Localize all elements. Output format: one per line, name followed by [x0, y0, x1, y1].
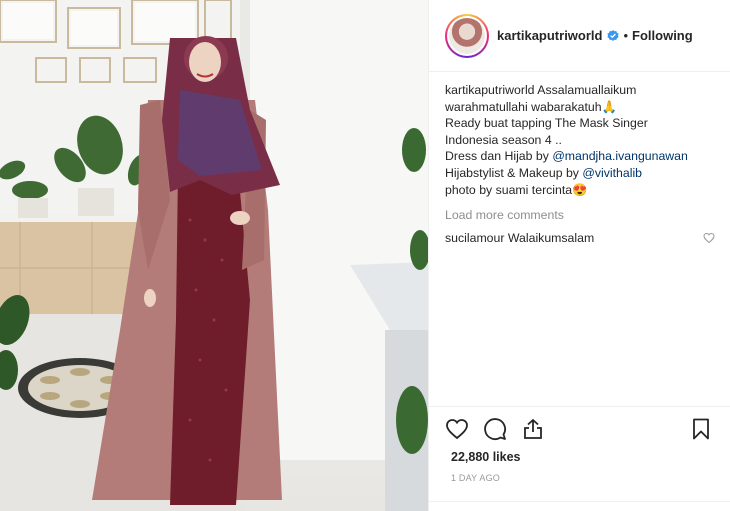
mention-link-stylist[interactable]: @vivithalib [582, 166, 642, 180]
caption-line-6: Hijabstylist & Makeup by [445, 165, 583, 180]
mention-link-designer[interactable]: @mandjha.ivangunawan [552, 149, 688, 163]
small-heart-icon[interactable] [703, 232, 715, 244]
caption-username[interactable]: kartikaputriworld [445, 83, 535, 97]
add-comment-input[interactable]: Add a comment... [429, 501, 730, 511]
following-button[interactable]: Following [632, 28, 693, 43]
verified-badge-icon [607, 29, 620, 41]
post-photo[interactable] [0, 0, 428, 511]
comment-icon[interactable] [483, 417, 507, 441]
caption-line-2: warahmatullahi wabarakatuh🙏 [445, 99, 617, 114]
photo-scene [0, 0, 428, 511]
caption-line-3: Ready buat tapping The Mask Singer [445, 116, 648, 131]
avatar[interactable] [445, 13, 489, 58]
caption-line-5: Dress dan Hijab by [445, 149, 553, 164]
comment-username[interactable]: sucilamour [445, 231, 504, 245]
comment-text: Walaikumsalam [507, 231, 595, 246]
caption-line-1: Assalamuallaikum [537, 83, 637, 97]
header-username[interactable]: kartikaputriworld [497, 28, 602, 43]
heart-icon[interactable] [445, 417, 469, 441]
comments-section: kartikaputriworld Assalamuallaikum warah… [445, 82, 717, 245]
post-header: kartikaputriworld • Following [429, 0, 730, 72]
caption-line-4: Indonesia season 4 .. [445, 132, 562, 147]
post-timestamp: 1 DAY AGO [451, 473, 500, 483]
bookmark-icon[interactable] [689, 417, 713, 441]
post-caption: kartikaputriworld Assalamuallaikum warah… [445, 82, 717, 198]
likes-count[interactable]: 22,880 likes [451, 450, 521, 464]
share-icon[interactable] [521, 417, 545, 441]
header-separator: • [623, 28, 629, 43]
comment-item: sucilamour Walaikumsalam [445, 231, 717, 245]
action-icons [445, 417, 717, 445]
post-actions: 22,880 likes 1 DAY AGO Add a comment... [429, 406, 730, 511]
caption-line-7: photo by suami tercinta😍 [445, 182, 588, 197]
load-more-comments-link[interactable]: Load more comments [445, 208, 717, 222]
post-sidebar: kartikaputriworld • Following kartikaput… [428, 0, 730, 511]
